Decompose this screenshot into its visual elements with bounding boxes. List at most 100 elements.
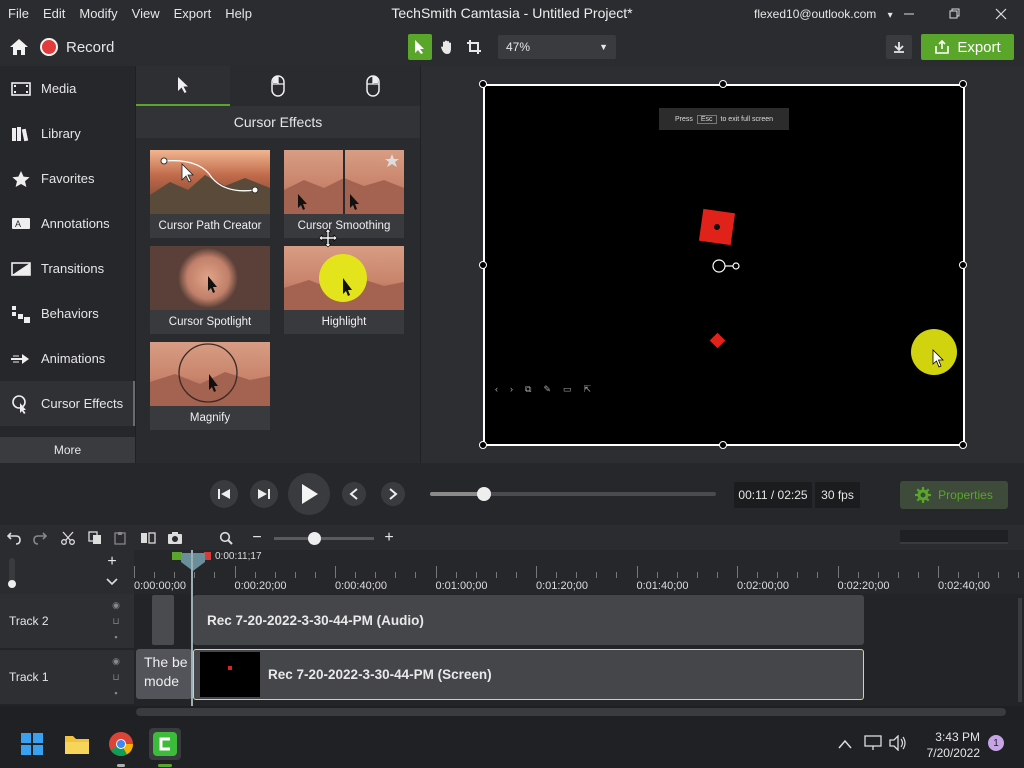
export-button[interactable]: Export	[921, 34, 1014, 60]
step-forward-button[interactable]	[250, 480, 278, 508]
add-track-button[interactable]: +	[104, 553, 120, 570]
pan-tool-button[interactable]	[435, 34, 459, 60]
step-back-button[interactable]	[210, 480, 238, 508]
vertical-scrollbar[interactable]	[1018, 598, 1022, 702]
restore-button[interactable]	[932, 0, 978, 28]
volume-icon[interactable]	[889, 734, 907, 756]
text-clip[interactable]: The be mode	[136, 649, 192, 699]
pencil-icon: ✎	[543, 384, 551, 394]
tab-right-click[interactable]	[326, 66, 420, 106]
mute-icon[interactable]: ▪	[114, 632, 117, 642]
ruler-tick-label: 0:00:40;00	[335, 580, 387, 592]
sidebar-item-animations[interactable]: Animations	[0, 336, 135, 381]
collapse-tracks-button[interactable]	[104, 574, 120, 590]
mute-icon[interactable]: ▪	[114, 688, 117, 698]
next-marker-button[interactable]	[381, 482, 405, 506]
sidebar-item-transitions[interactable]: Transitions	[0, 246, 135, 291]
red-square-object[interactable]	[698, 208, 736, 246]
track-height-slider[interactable]	[8, 558, 16, 588]
network-icon[interactable]	[864, 735, 882, 756]
red-diamond-object[interactable]	[709, 332, 726, 349]
playhead-handle[interactable]	[180, 552, 206, 577]
redo-button[interactable]	[30, 528, 50, 548]
chrome-button[interactable]	[105, 728, 137, 767]
resize-handle[interactable]	[719, 80, 727, 88]
resize-handle[interactable]	[479, 261, 487, 269]
resize-handle[interactable]	[959, 261, 967, 269]
effect-magnify[interactable]: Magnify	[150, 342, 270, 430]
resize-handle[interactable]	[719, 441, 727, 449]
cut-button[interactable]	[58, 528, 78, 548]
track-header-2[interactable]: Track 2 ◉ ⊔ ▪	[0, 594, 134, 648]
zoom-fit-button[interactable]	[216, 528, 236, 548]
sidebar-item-library[interactable]: Library	[0, 111, 135, 156]
record-button[interactable]: Record	[40, 34, 130, 60]
ruler-tick	[938, 566, 939, 578]
zoom-slider-knob[interactable]	[308, 532, 321, 545]
effect-highlight[interactable]: Highlight	[284, 246, 404, 334]
horizontal-scrollbar[interactable]	[136, 708, 1006, 716]
sidebar-item-favorites[interactable]: Favorites	[0, 156, 135, 201]
split-button[interactable]	[138, 528, 158, 548]
screen-clip[interactable]: Rec 7-20-2022-3-30-44-PM (Screen)	[193, 649, 864, 700]
scrub-knob[interactable]	[477, 487, 492, 501]
crop-tool-button[interactable]	[462, 34, 486, 60]
ruler-tick-label: 0:01:40;00	[636, 580, 689, 592]
sidebar-item-cursor-effects[interactable]: Cursor Effects	[0, 381, 135, 426]
timeline-scroll-indicator[interactable]	[900, 530, 1008, 544]
zoom-select[interactable]: 47% ▼	[498, 35, 616, 59]
properties-button[interactable]: Properties	[900, 481, 1008, 509]
ruler-tick	[415, 572, 417, 578]
transition-icon	[10, 258, 32, 280]
tab-left-click[interactable]	[231, 66, 325, 106]
snapshot-button[interactable]	[165, 528, 185, 548]
sidebar-item-media[interactable]: Media	[0, 66, 135, 111]
lock-icon[interactable]: ⊔	[112, 672, 119, 683]
zoom-in-button[interactable]: +	[380, 528, 398, 548]
copy-button[interactable]	[85, 528, 105, 548]
notification-badge[interactable]: 1	[988, 735, 1004, 751]
home-icon[interactable]	[6, 36, 32, 58]
ruler-tick	[455, 572, 457, 578]
close-button[interactable]	[978, 0, 1024, 28]
tab-cursor[interactable]	[136, 66, 230, 106]
eye-icon[interactable]: ◉	[112, 600, 120, 611]
file-explorer-button[interactable]	[61, 728, 93, 760]
scrub-bar[interactable]	[430, 487, 716, 501]
resize-handle[interactable]	[479, 441, 487, 449]
chevron-up-icon[interactable]	[838, 736, 852, 754]
camtasia-button[interactable]	[149, 728, 181, 767]
sidebar-item-label: Transitions	[41, 261, 105, 276]
resize-handle[interactable]	[959, 441, 967, 449]
audio-clip[interactable]: Rec 7-20-2022-3-30-44-PM (Audio)	[193, 595, 864, 645]
ruler-tick	[294, 572, 296, 578]
minimize-button[interactable]	[886, 0, 932, 28]
resize-handle[interactable]	[959, 80, 967, 88]
clock[interactable]: 3:43 PM 7/20/2022	[918, 729, 980, 761]
undo-button[interactable]	[4, 528, 24, 548]
sidebar-item-annotations[interactable]: A Annotations	[0, 201, 135, 246]
lock-icon[interactable]: ⊔	[112, 616, 119, 627]
more-button[interactable]: More	[0, 437, 135, 463]
small-clip[interactable]	[152, 595, 174, 645]
download-button[interactable]	[886, 35, 912, 59]
preview-canvas[interactable]: Press Esc to exit full screen ‹ › ⧉ ✎ ▭ …	[483, 84, 965, 446]
resize-handle[interactable]	[479, 80, 487, 88]
effect-cursor-smoothing[interactable]: Cursor Smoothing	[284, 150, 404, 238]
eye-icon[interactable]: ◉	[112, 656, 120, 667]
track-header-1[interactable]: Track 1 ◉ ⊔ ▪	[0, 650, 134, 704]
effect-cursor-spotlight[interactable]: Cursor Spotlight	[150, 246, 270, 334]
zoom-out-button[interactable]: −	[248, 528, 266, 548]
start-button[interactable]	[16, 728, 48, 760]
notice-text: to exit full screen	[720, 115, 774, 123]
account-menu[interactable]: flexed10@outlook.com ▾	[754, 7, 893, 21]
play-button[interactable]	[288, 473, 330, 515]
timeline-zoom-slider[interactable]	[274, 532, 374, 545]
select-tool-button[interactable]	[408, 34, 432, 60]
sidebar-item-behaviors[interactable]: Behaviors	[0, 291, 135, 336]
previous-marker-button[interactable]	[342, 482, 366, 506]
paste-button[interactable]	[110, 528, 130, 548]
minus-icon: −	[252, 529, 262, 546]
rotation-handle[interactable]	[711, 258, 745, 279]
effect-cursor-path-creator[interactable]: Cursor Path Creator	[150, 150, 270, 238]
